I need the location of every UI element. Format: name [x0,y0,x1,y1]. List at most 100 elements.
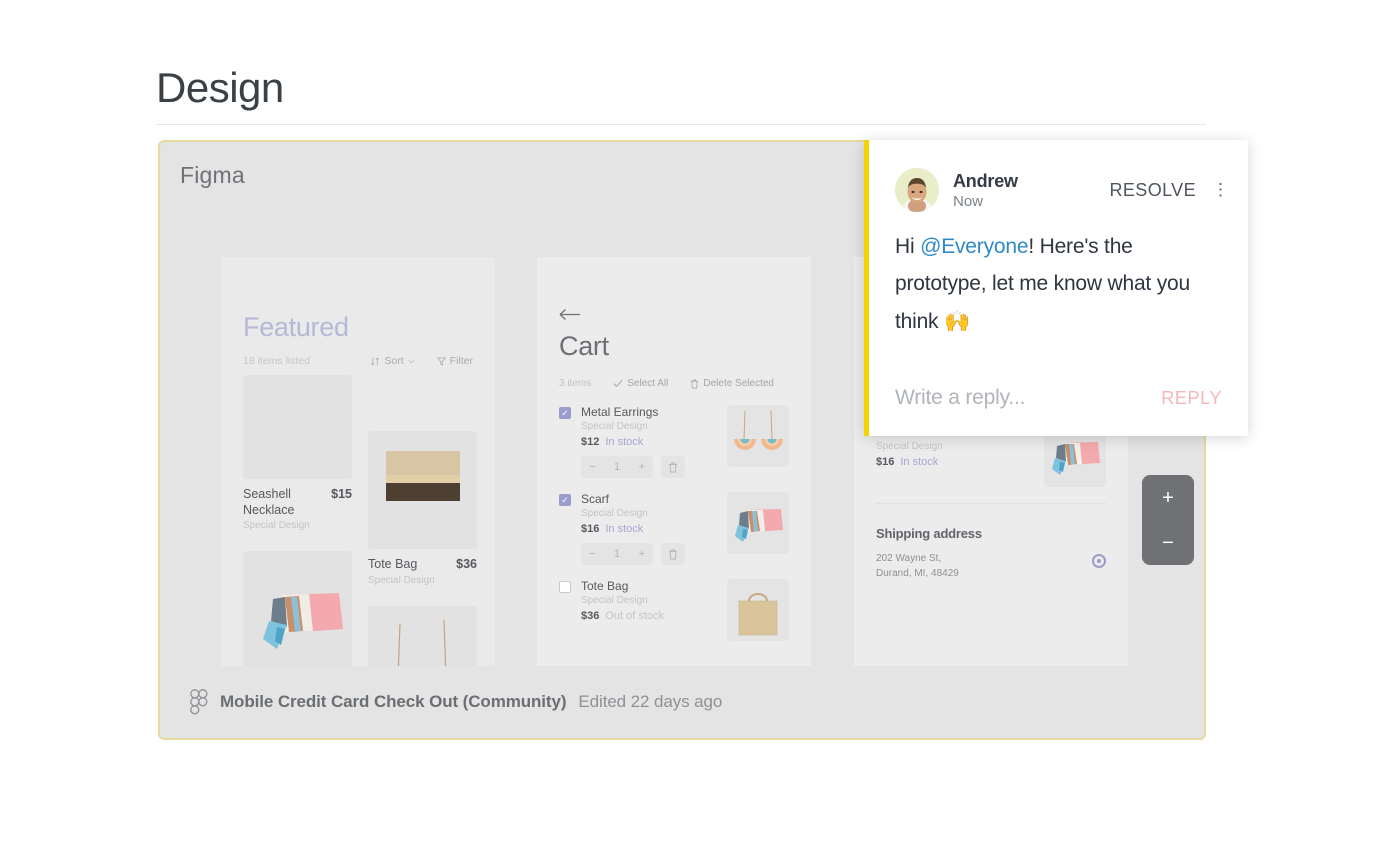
zoom-in-button[interactable]: + [1162,488,1174,508]
trash-icon [669,462,677,472]
comment-header: Andrew Now RESOLVE ⋮ [869,140,1248,212]
cart-item-checkbox[interactable]: ✓ [559,494,571,506]
checkout-item-price-row: $16 In stock [876,456,1034,468]
back-arrow-icon[interactable] [559,305,789,325]
quantity-stepper[interactable]: − 1 + [581,543,653,565]
sort-icon [371,357,380,365]
checkout-item-price: $16 [876,456,895,468]
cart-title: Cart [559,331,609,361]
reply-button[interactable]: REPLY [1161,388,1222,409]
qty-value: 1 [613,461,621,473]
cart-item-thumb [727,579,789,641]
embed-footer: Mobile Credit Card Check Out (Community)… [160,666,1204,738]
product-thumb[interactable] [368,431,477,549]
product-row: Tote Bag $36 [368,557,477,573]
cart-item-subtitle: Special Design [581,595,648,606]
product-thumb[interactable] [243,551,352,670]
avatar[interactable] [895,168,939,212]
figma-file-edited: Edited 22 days ago [578,692,723,711]
frame-featured[interactable]: Featured 18 items listed Sort Filter Sea… [221,257,495,670]
product-thumb[interactable] [243,375,352,479]
cart-item-price-row: $12 In stock [581,436,717,448]
cart-item-subtitle: Special Design [581,421,648,432]
cart-item-price-row: $16 In stock [581,523,717,535]
cart-item-name: Metal Earrings [581,405,659,419]
featured-header: Featured 18 items listed Sort Filter [221,257,495,367]
delete-selected-button[interactable]: Delete Selected [690,378,774,389]
figma-logo-icon [190,689,208,715]
scarf-image [735,509,783,542]
cart-item[interactable]: ✓ Metal Earrings Special Design $12 In st… [559,405,789,478]
comment-author-name: Andrew [953,170,1018,191]
trash-icon [669,549,677,559]
comment-author-block: Andrew Now [953,171,1110,210]
reply-input[interactable]: Write a reply... [895,386,1025,410]
quantity-stepper[interactable]: − 1 + [581,456,653,478]
cart-item[interactable]: ✓ Scarf Special Design $16 In stock − 1 + [559,492,789,565]
shipping-address-radio[interactable] [1092,554,1106,568]
cart-item-name: Tote Bag [581,579,629,593]
qty-minus-button[interactable]: − [589,548,595,560]
comment-mention[interactable]: @Everyone [920,235,1028,258]
cart-item-checkbox[interactable] [559,581,571,593]
sort-button[interactable]: Sort [371,355,415,367]
cart-item-list: ✓ Metal Earrings Special Design $12 In st… [537,389,811,641]
cart-item-price-row: $36 Out of stock [581,610,717,622]
cart-item-stock: In stock [605,523,644,535]
cart-meta: 3 items Select All Delete Selected [559,378,789,389]
avatar-photo [895,168,939,212]
comment-timestamp: Now [953,192,984,210]
product-price: $36 [456,557,477,571]
figma-file-name[interactable]: Mobile Credit Card Check Out (Community) [220,692,567,712]
filter-button[interactable]: Filter [436,355,473,367]
qty-plus-button[interactable]: + [639,461,645,473]
product-subtitle: Special Design [368,574,435,586]
checkout-item-stock: In stock [900,456,939,468]
cart-item-controls: − 1 + [581,456,717,478]
cart-item-thumb [727,492,789,554]
title-divider [156,124,1206,125]
sort-label: Sort [384,355,404,367]
select-all-label: Select All [627,378,669,389]
scarf-image [263,593,343,650]
shipping-address-title: Shipping address [876,526,982,541]
product-row: Seashell Necklace $15 [243,487,352,518]
filter-label: Filter [449,355,473,367]
product-subtitle: Special Design [243,520,310,532]
cart-item-checkbox[interactable]: ✓ [559,407,571,419]
qty-minus-button[interactable]: − [589,461,595,473]
check-icon [613,379,623,388]
address-line-2: Durand, MI, 48429 [876,568,959,579]
cart-item-delete-button[interactable] [661,456,685,478]
product-price: $15 [331,487,352,501]
resolve-button[interactable]: RESOLVE [1110,180,1197,201]
featured-items-count: 18 items listed [243,355,311,367]
featured-column-left: Seashell Necklace $15 Special Design [243,375,352,670]
frame-cart[interactable]: Cart 3 items Select All Delete Selected [537,257,811,670]
delete-selected-label: Delete Selected [703,378,774,389]
cart-item-subtitle: Special Design [581,508,648,519]
tote-bag-image [738,593,778,636]
shipping-address-value: 202 Wayne St, Durand, MI, 48429 [876,551,959,581]
embed-source-label: Figma [180,162,245,188]
zoom-controls[interactable]: + − [1142,475,1194,565]
checkout-item-subtitle: Special Design [876,441,943,452]
cart-item-controls: − 1 + [581,543,717,565]
cart-item-price: $12 [581,436,600,448]
address-line-1: 202 Wayne St, [876,553,942,564]
cart-item-name: Scarf [581,492,610,506]
page-title: Design [156,64,284,111]
product-thumb[interactable] [368,605,477,670]
qty-plus-button[interactable]: + [639,548,645,560]
select-all-button[interactable]: Select All [613,378,668,389]
earrings-image [397,619,447,670]
zoom-out-button[interactable]: − [1162,533,1174,553]
comment-reply-row: Write a reply... REPLY [869,386,1248,436]
chevron-down-icon [408,359,415,363]
cart-item-delete-button[interactable] [661,543,685,565]
comment-popover[interactable]: Andrew Now RESOLVE ⋮ Hi @Everyone! Here'… [864,140,1248,436]
qty-value: 1 [613,548,621,560]
cart-item-stock: In stock [605,436,644,448]
cart-item[interactable]: Tote Bag Special Design $36 Out of stock [559,579,789,641]
more-options-icon[interactable]: ⋮ [1212,181,1229,198]
